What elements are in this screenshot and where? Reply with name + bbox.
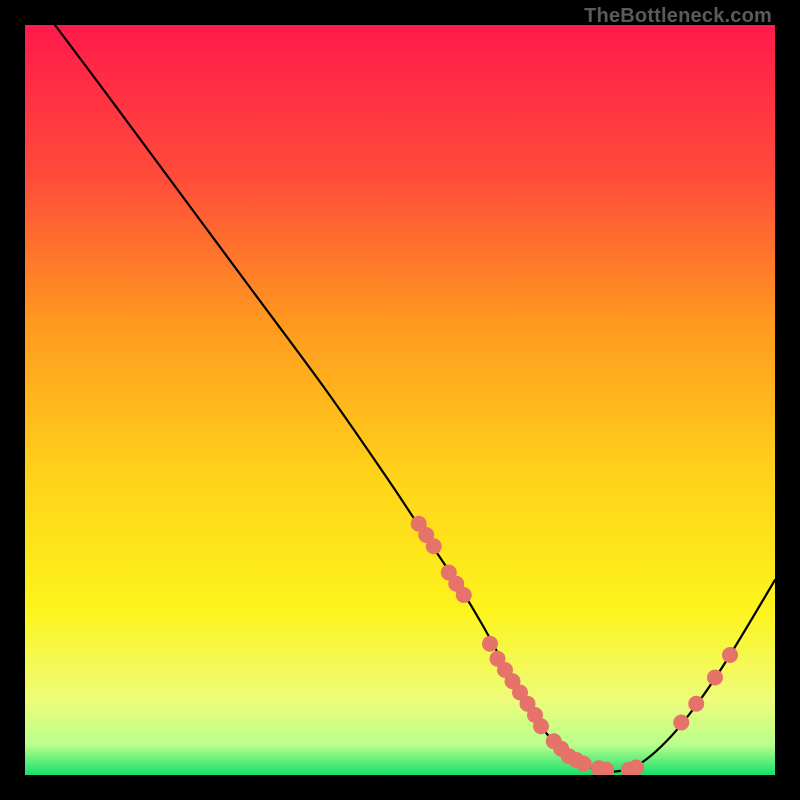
scatter-point [533,718,549,734]
watermark-text: TheBottleneck.com [584,5,772,28]
scatter-dots [411,516,738,775]
scatter-point [688,696,704,712]
scatter-point [628,760,644,776]
plot-area [25,25,775,775]
scatter-point [576,756,592,772]
curve-layer [25,25,775,775]
scatter-point [722,647,738,663]
scatter-point [673,715,689,731]
scatter-point [426,538,442,554]
bottleneck-curve [55,25,775,772]
scatter-point [707,670,723,686]
scatter-point [456,587,472,603]
scatter-point [482,636,498,652]
chart-frame: TheBottleneck.com [0,0,800,800]
